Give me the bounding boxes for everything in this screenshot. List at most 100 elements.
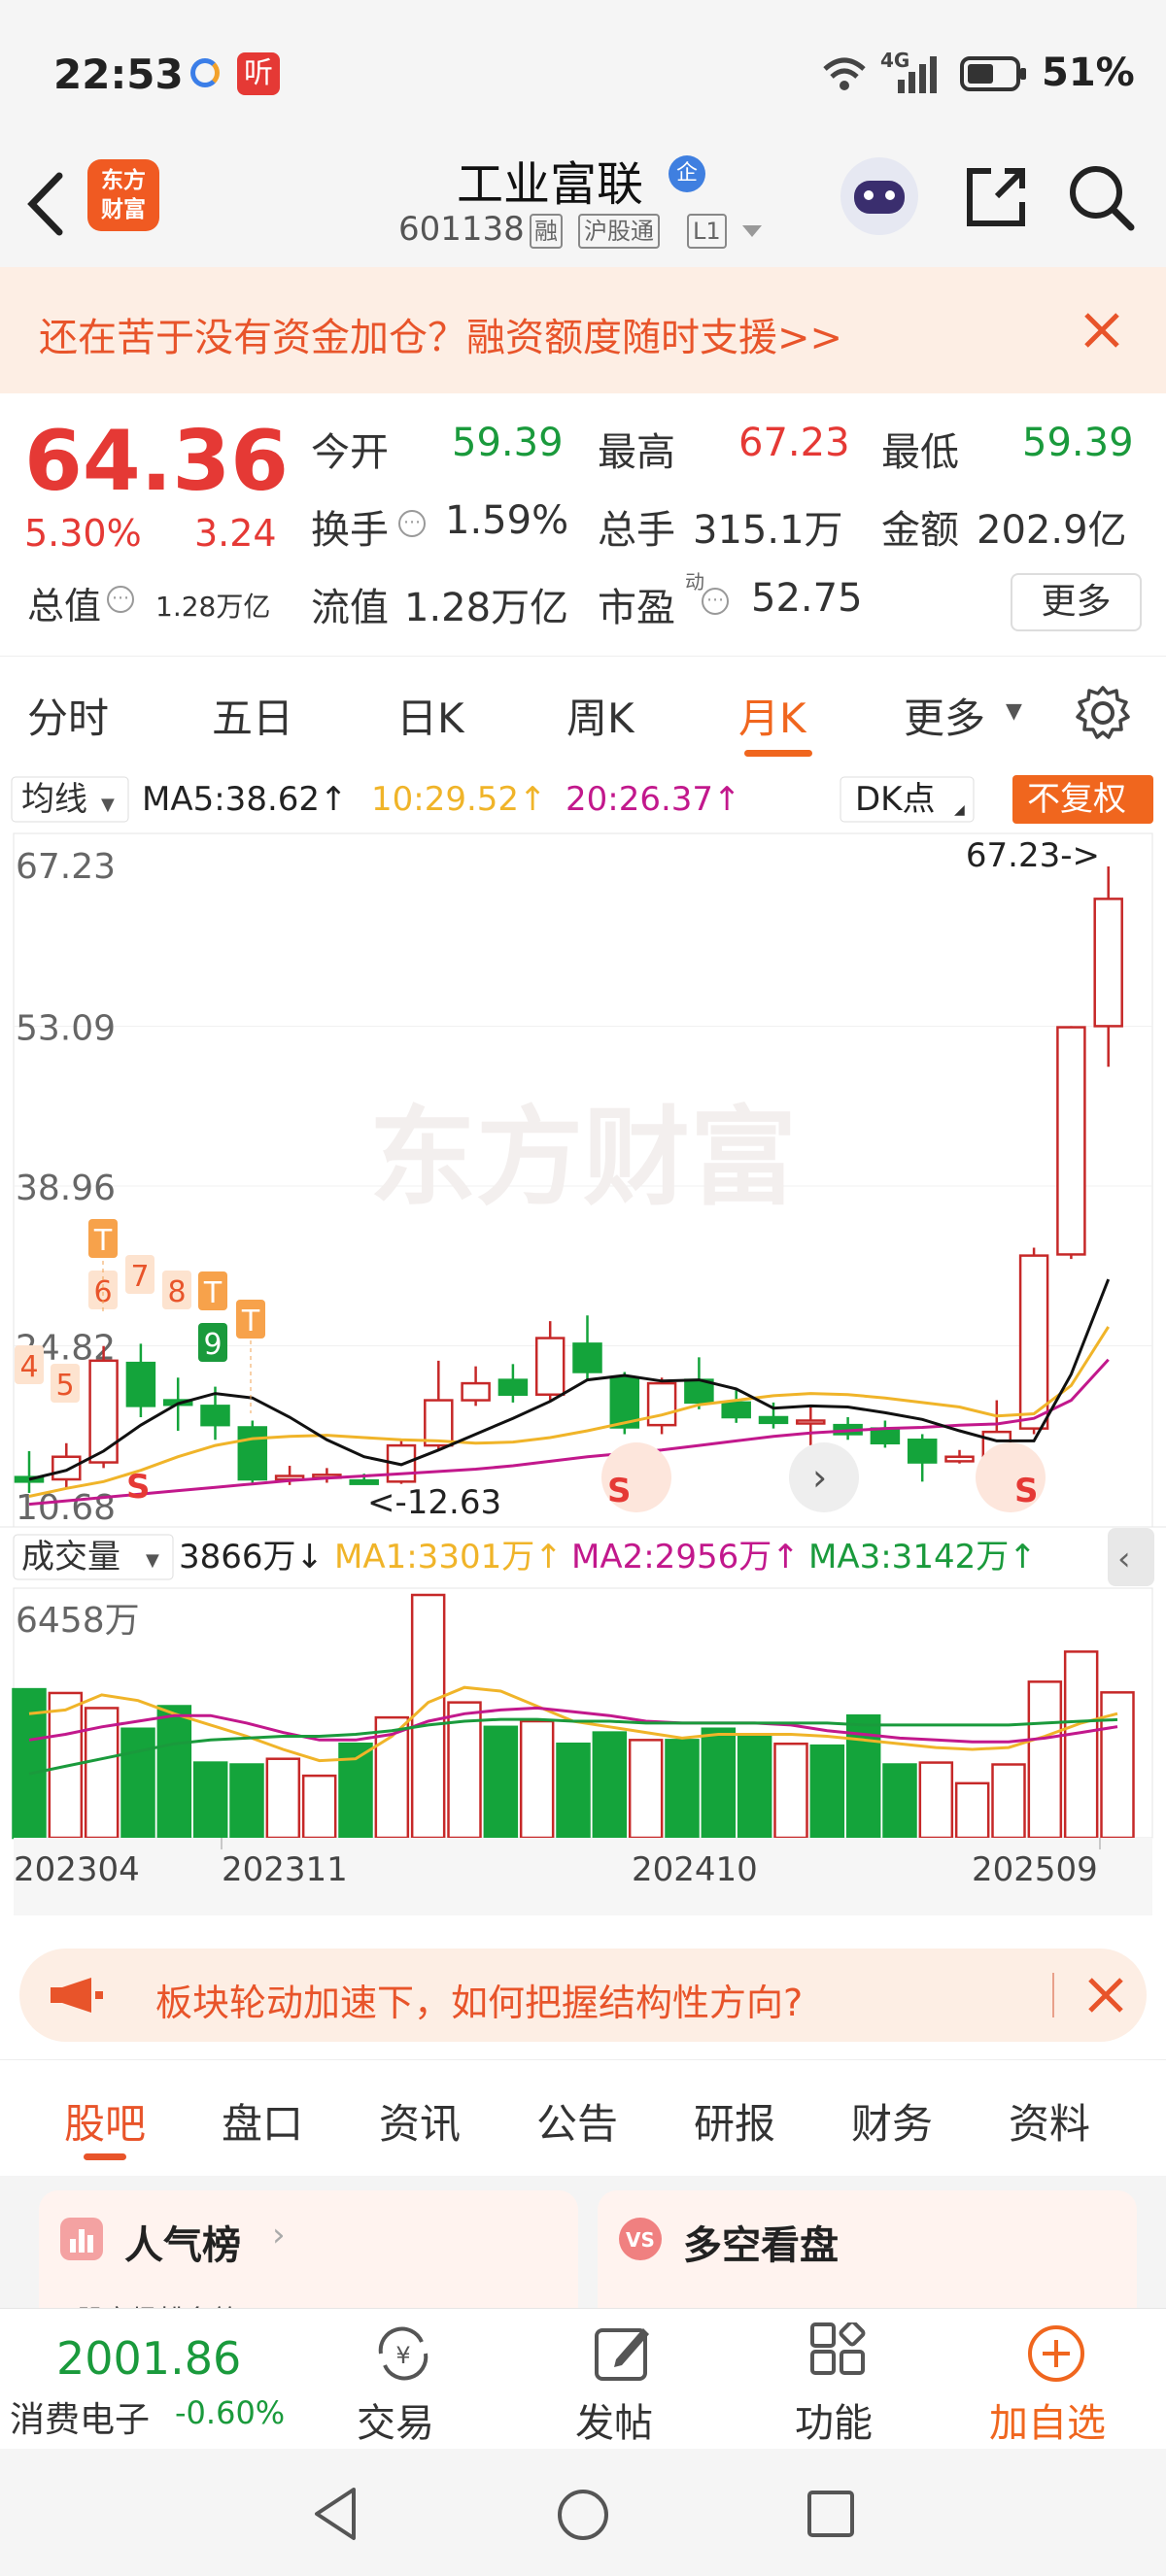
candle-body[interactable] — [461, 1381, 491, 1402]
sector-index-value[interactable]: 2001.86 — [56, 2332, 241, 2385]
candle-body[interactable] — [870, 1427, 901, 1445]
ai-assistant-avatar[interactable] — [840, 157, 918, 235]
ma-selector-label[interactable]: 均线 — [21, 780, 87, 819]
volume-bar[interactable] — [665, 1739, 700, 1840]
volume-bar[interactable] — [991, 1763, 1026, 1840]
mktcap-value: 1.28万亿 — [155, 591, 271, 623]
volume-bar[interactable] — [592, 1731, 628, 1840]
volume-bar[interactable] — [229, 1763, 264, 1840]
candle-body[interactable] — [51, 1455, 82, 1481]
volume-bar[interactable] — [156, 1705, 192, 1840]
nav-home-icon[interactable] — [556, 2488, 610, 2542]
margin-tag: 融 — [530, 214, 563, 249]
tab-5[interactable]: 更多 — [904, 686, 985, 745]
volume-bar[interactable] — [1063, 1650, 1099, 1840]
volume-bar[interactable] — [556, 1742, 591, 1840]
volume-bar[interactable] — [265, 1757, 301, 1840]
pe-value: 52.75 — [751, 576, 863, 621]
info-icon[interactable]: ⋯ — [702, 588, 729, 615]
volume-bar[interactable] — [192, 1761, 228, 1840]
nav-recent-icon[interactable] — [806, 2490, 855, 2538]
signal-tag-label: 5 — [55, 1369, 74, 1403]
candle-body[interactable] — [572, 1342, 602, 1373]
app-logo[interactable]: 东方 财富 — [87, 159, 159, 231]
volume-panel-label[interactable]: 成交量 — [21, 1538, 120, 1576]
candle-body[interactable] — [721, 1401, 751, 1419]
candle-body[interactable] — [796, 1419, 826, 1425]
popularity-card[interactable]: 人气榜 › A股市场排名第... — [39, 2190, 578, 2336]
candle-body[interactable] — [944, 1455, 975, 1463]
app-notify-icon — [190, 58, 220, 87]
subtab-6[interactable]: 资料 — [1009, 2091, 1090, 2151]
volume-bar[interactable] — [882, 1763, 917, 1840]
financing-banner[interactable]: 还在苦于没有资金加仓？融资额度随时支援>> — [0, 267, 1166, 393]
tab-4[interactable]: 月K — [738, 686, 806, 745]
search-icon[interactable] — [1067, 163, 1137, 233]
dropdown-triangle-icon[interactable] — [740, 223, 764, 239]
tab-3[interactable]: 周K — [566, 686, 634, 745]
function-button[interactable]: 功能 — [777, 2309, 894, 2450]
banner-text[interactable]: 还在苦于没有资金加仓？融资额度随时支援>> — [39, 306, 842, 362]
candle-body[interactable] — [237, 1426, 268, 1481]
candle-body[interactable] — [200, 1405, 230, 1427]
volume-bar[interactable] — [410, 1593, 446, 1840]
add-watchlist-button[interactable]: 加自选 — [981, 2309, 1147, 2450]
volume-bar[interactable] — [809, 1744, 845, 1840]
candle-body[interactable] — [646, 1381, 677, 1427]
edit-icon — [595, 2328, 649, 2381]
bull-bear-card[interactable]: VS 多空看盘 — [598, 2190, 1137, 2326]
candle-body[interactable] — [1056, 1026, 1086, 1256]
candle-body[interactable] — [758, 1415, 789, 1425]
subtab-5[interactable]: 财务 — [851, 2091, 933, 2151]
candle-body[interactable] — [125, 1361, 156, 1407]
subtab-1[interactable]: 盘口 — [222, 2091, 303, 2151]
promo-banner[interactable]: 板块轮动加速下，如何把握结构性方向? — [19, 1949, 1147, 2042]
subtab-2[interactable]: 资讯 — [379, 2091, 461, 2151]
volume-bar[interactable] — [628, 1739, 664, 1840]
tab-2[interactable]: 日K — [396, 686, 464, 745]
close-icon[interactable] — [1086, 1976, 1125, 2015]
volume-bar[interactable] — [301, 1774, 337, 1840]
fq-label[interactable]: 不复权 — [1027, 780, 1126, 819]
promo-text[interactable]: 板块轮动加速下，如何把握结构性方向? — [155, 1973, 803, 2026]
subtab-3[interactable]: 公告 — [536, 2091, 618, 2151]
info-icon[interactable]: ⋯ — [107, 586, 134, 613]
turnover-value: 1.59% — [445, 498, 569, 543]
subtab-4[interactable]: 研报 — [694, 2091, 775, 2151]
share-icon[interactable] — [962, 163, 1030, 231]
candle-body[interactable] — [1093, 898, 1123, 1028]
level-tag: L1 — [687, 214, 727, 249]
candle-body[interactable] — [1018, 1254, 1049, 1430]
volume-bar[interactable] — [737, 1735, 772, 1840]
trade-button[interactable]: ¥ 交易 — [345, 2309, 462, 2450]
more-button[interactable]: 更多 — [1011, 573, 1142, 631]
tab-0[interactable]: 分时 — [27, 686, 109, 745]
post-button[interactable]: 发帖 — [564, 2309, 680, 2450]
signal-tag-label: 9 — [203, 1328, 222, 1362]
dk-point-label[interactable]: DK点 — [855, 780, 935, 819]
candle-body[interactable] — [907, 1439, 938, 1464]
volume-bar[interactable] — [483, 1725, 519, 1840]
candle-body[interactable] — [534, 1337, 566, 1396]
info-icon[interactable]: ⋯ — [398, 510, 426, 537]
sector-name[interactable]: 消费电子 — [10, 2391, 150, 2442]
subtab-0[interactable]: 股吧 — [64, 2091, 146, 2151]
volume-bar[interactable] — [954, 1781, 990, 1840]
candle-body[interactable] — [88, 1359, 119, 1464]
back-arrow-icon[interactable] — [24, 170, 67, 238]
volume-bar[interactable] — [701, 1727, 737, 1840]
settings-gear-icon[interactable] — [1074, 684, 1132, 742]
kline-chart[interactable]: 均线 ▼ MA5:38.62↑ 10:29.52↑ 20:26.37↑ DK点 ◢ 不复权东方… — [0, 767, 1166, 1933]
candle-body[interactable] — [497, 1378, 529, 1396]
volume-bar[interactable] — [773, 1742, 808, 1840]
volume-bar[interactable] — [120, 1727, 155, 1840]
close-icon[interactable] — [1080, 309, 1123, 352]
volume-bar[interactable] — [918, 1761, 954, 1840]
volume-bar[interactable] — [519, 1719, 555, 1840]
collapse-panel-button[interactable] — [1108, 1528, 1154, 1586]
low-annotation: <-12.63 — [367, 1483, 501, 1522]
tab-1[interactable]: 五日 — [212, 686, 293, 745]
candle-body[interactable] — [424, 1399, 454, 1447]
nav-back-icon[interactable] — [311, 2486, 360, 2542]
volume-bar[interactable] — [1027, 1680, 1063, 1840]
